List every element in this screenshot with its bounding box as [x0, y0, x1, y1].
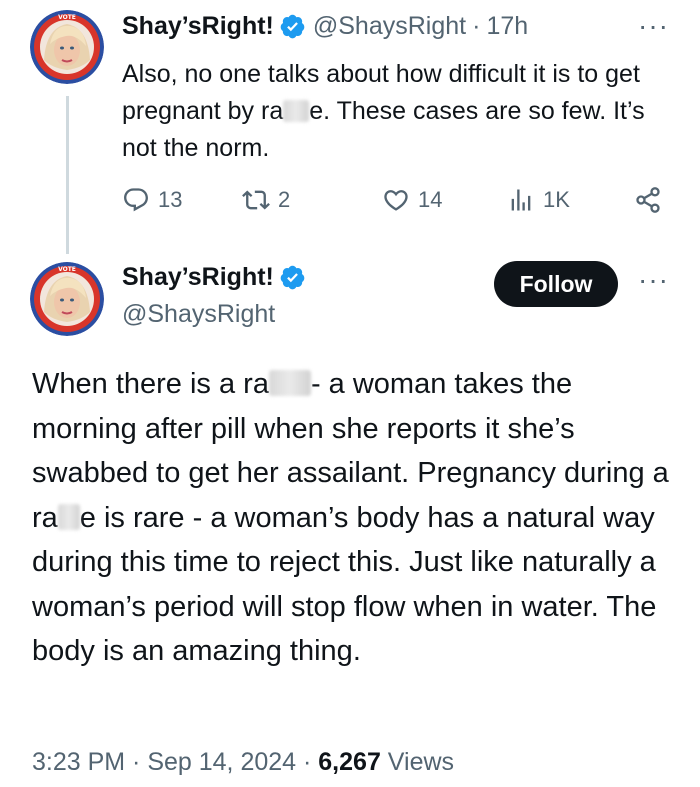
like-icon	[384, 190, 408, 211]
tweet2-author-name[interactable]: Shay’sRight!	[122, 263, 274, 292]
tweet1-author-name[interactable]: Shay’sRight!	[122, 12, 274, 41]
retweet-count: 2	[278, 187, 291, 212]
thread-connector-line	[66, 96, 69, 254]
reply-button[interactable]: 13	[122, 186, 182, 214]
tweet2-author-row: Shay’sRight!	[122, 263, 306, 292]
tweet1-avatar[interactable]: VOTE	[30, 10, 104, 84]
more-icon[interactable]: ···	[638, 266, 669, 294]
follow-button[interactable]: Follow	[494, 261, 618, 307]
like-button[interactable]: 14	[382, 186, 442, 214]
avatar-vote-text: VOTE	[58, 14, 76, 21]
reply-count: 13	[158, 187, 183, 212]
tweet1-author-row: Shay’sRight! @ShaysRight · 17h	[122, 12, 528, 41]
verified-badge-icon	[280, 14, 305, 39]
tweet2-avatar[interactable]: VOTE	[30, 262, 104, 336]
views-icon	[511, 189, 531, 211]
redaction-blur	[283, 100, 310, 122]
avatar-image: VOTE	[30, 262, 104, 336]
tweet2-timestamp[interactable]: 3:23 PM · Sep 14, 2024 ·	[32, 748, 318, 776]
verified-badge-icon	[280, 265, 305, 290]
tweet2-text-part1: When there is a ra	[32, 368, 269, 400]
tweet2-views-count: 6,267	[318, 748, 381, 776]
tweet2-handle[interactable]: @ShaysRight	[122, 300, 275, 329]
tweet2-views-label: Views	[380, 748, 455, 776]
retweet-button[interactable]: 2	[242, 186, 290, 214]
more-icon[interactable]: ···	[638, 12, 669, 40]
svg-text:VOTE: VOTE	[58, 266, 76, 273]
tweet1-action-bar: 13 2 14 1K	[122, 186, 682, 220]
tweet2-text: When there is a ra - a woman takes the mo…	[32, 362, 677, 674]
tweet1-time[interactable]: 17h	[486, 12, 528, 41]
tweet2-text-part3: e is rare - a woman’s body has a natural…	[32, 501, 657, 668]
redaction-blur	[268, 370, 311, 396]
share-icon	[636, 187, 660, 213]
avatar-image: VOTE	[30, 10, 104, 84]
retweet-icon	[242, 190, 270, 210]
tweet1-text: Also, no one talks about how difficult i…	[122, 56, 682, 167]
tweet1-handle[interactable]: @ShaysRight	[313, 12, 466, 41]
redaction-blur	[57, 503, 80, 530]
like-count: 14	[418, 187, 443, 212]
share-button[interactable]	[634, 186, 662, 214]
reply-icon	[124, 188, 148, 212]
views-button[interactable]: 1K	[507, 186, 570, 214]
separator-dot: ·	[472, 12, 481, 40]
views-count: 1K	[543, 187, 570, 212]
tweet2-metadata: 3:23 PM · Sep 14, 2024 · 6,267 Views	[32, 748, 454, 777]
